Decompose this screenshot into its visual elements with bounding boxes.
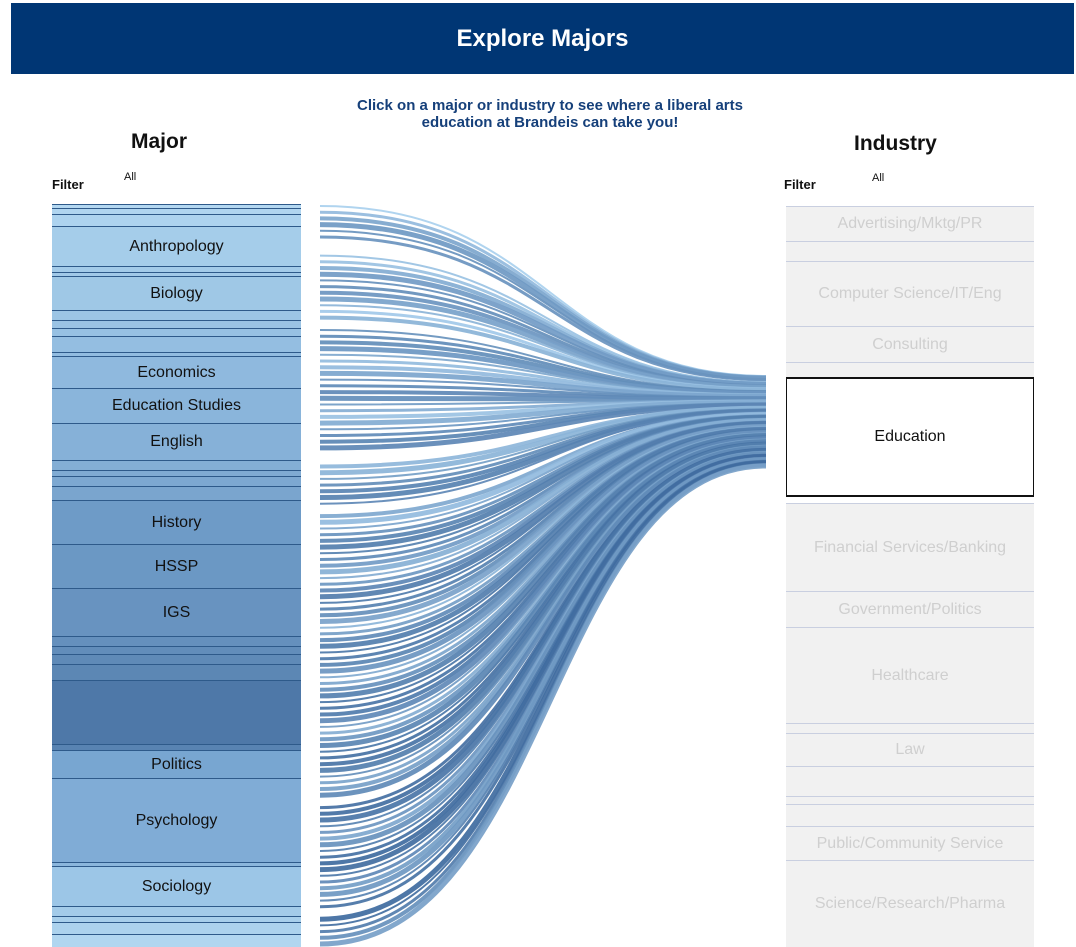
industry-bar-unlabeled[interactable] [786, 766, 1034, 796]
majors-column: Anthropology Biology Economics Education… [52, 204, 301, 947]
industry-label: Computer Science/IT/Eng [818, 285, 1002, 302]
industry-label: Consulting [872, 335, 948, 353]
major-bar-hssp[interactable]: HSSP [52, 544, 301, 588]
major-bar-history[interactable]: History [52, 500, 301, 544]
industry-filter-dropdown[interactable]: All [872, 172, 884, 184]
major-label: HSSP [154, 557, 199, 575]
major-label: Politics [151, 755, 202, 773]
industry-bar-unlabeled[interactable] [786, 804, 1034, 826]
major-label: Economics [137, 363, 216, 381]
page: Explore Majors Click on a major or indus… [0, 0, 1076, 947]
major-bar-unlabeled[interactable] [52, 636, 301, 646]
industry-label: Science/Research/Pharma [814, 895, 1006, 912]
major-bar-unlabeled[interactable] [52, 328, 301, 336]
major-label: English [150, 433, 203, 450]
industry-filter-label: Filter [784, 177, 816, 192]
major-to-industry-flows [320, 205, 766, 947]
major-bar-unlabeled[interactable] [52, 214, 301, 226]
major-bar-unlabeled[interactable] [52, 646, 301, 654]
major-bar-anthropology[interactable]: Anthropology [52, 226, 301, 266]
major-bar-education-studies[interactable]: Education Studies [52, 388, 301, 423]
major-bar-economics[interactable]: Economics [52, 356, 301, 388]
major-label: Education Studies [112, 397, 241, 414]
majors-filter-dropdown[interactable]: All [124, 171, 136, 183]
industry-title: Industry [854, 132, 937, 155]
major-bar-unlabeled[interactable] [52, 486, 301, 500]
industry-label: Public/Community Service [816, 834, 1004, 852]
major-bar-unlabeled[interactable] [52, 654, 301, 664]
industry-bar-education[interactable]: Education [786, 377, 1034, 497]
majors-filter-label: Filter [52, 177, 84, 192]
major-bar-unlabeled[interactable] [52, 460, 301, 470]
major-bar-english[interactable]: English [52, 423, 301, 460]
industry-bar-government[interactable]: Government/Politics [786, 591, 1034, 627]
major-bar-unlabeled[interactable] [52, 336, 301, 352]
industry-bar-healthcare[interactable]: Healthcare [786, 627, 1034, 723]
major-label: Sociology [141, 877, 212, 895]
industry-label: Government/Politics [838, 600, 982, 618]
industry-bar-unlabeled[interactable] [786, 362, 1034, 377]
major-bar-psychology[interactable]: Psychology [52, 778, 301, 862]
major-bar-unlabeled[interactable] [52, 934, 301, 947]
industry-label: Law [895, 741, 925, 758]
industry-bar-advertising[interactable]: Advertising/Mktg/PR [786, 206, 1034, 241]
industry-bar-consulting[interactable]: Consulting [786, 326, 1034, 362]
industry-bar-law[interactable]: Law [786, 733, 1034, 766]
page-header: Explore Majors [11, 3, 1074, 74]
industry-label: Advertising/Mktg/PR [837, 215, 983, 232]
page-title: Explore Majors [456, 24, 629, 52]
major-bar-unlabeled[interactable] [52, 906, 301, 916]
major-label: Anthropology [129, 237, 224, 255]
flow-ribbon [320, 395, 766, 402]
major-bar-unlabeled[interactable] [52, 310, 301, 320]
instruction-text: Click on a major or industry to see wher… [357, 97, 743, 131]
major-bar-biology[interactable]: Biology [52, 276, 301, 310]
major-bar-sociology[interactable]: Sociology [52, 866, 301, 906]
major-label: Psychology [135, 811, 218, 829]
major-bar-igs[interactable]: IGS [52, 588, 301, 636]
major-label: IGS [162, 603, 191, 621]
major-label: History [151, 513, 202, 531]
major-bar-unlabeled[interactable] [52, 476, 301, 486]
industry-column: Advertising/Mktg/PR Computer Science/IT/… [786, 206, 1034, 947]
industry-bar-public-service[interactable]: Public/Community Service [786, 826, 1034, 860]
industry-bar-unlabeled[interactable] [786, 796, 1034, 804]
major-label: Biology [150, 284, 203, 302]
major-bar-politics[interactable]: Politics [52, 750, 301, 778]
industry-bar-unlabeled[interactable] [786, 723, 1034, 733]
industry-label: Healthcare [871, 666, 949, 684]
industry-label: Financial Services/Banking [813, 538, 1007, 556]
major-bar-unlabeled[interactable] [52, 320, 301, 328]
major-bar-unlabeled[interactable] [52, 664, 301, 680]
industry-label: Education [874, 428, 946, 445]
industry-bar-science-research[interactable]: Science/Research/Pharma [786, 860, 1034, 947]
industry-bar-unlabeled[interactable] [786, 241, 1034, 261]
major-bar-unlabeled[interactable] [52, 680, 301, 744]
major-bar-unlabeled[interactable] [52, 922, 301, 934]
majors-title: Major [131, 130, 188, 153]
industry-bar-financial-services[interactable]: Financial Services/Banking [786, 503, 1034, 591]
industry-bar-computer-science[interactable]: Computer Science/IT/Eng [786, 261, 1034, 326]
